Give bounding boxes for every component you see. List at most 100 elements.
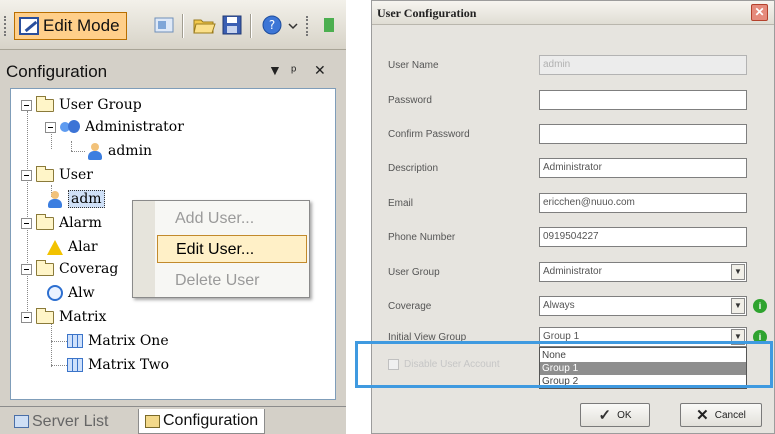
- close-panel-button[interactable]: ✕: [314, 62, 326, 79]
- toolbar-partial-icon: [324, 18, 334, 32]
- svg-text:?: ?: [269, 18, 275, 32]
- toolbar-grip[interactable]: [4, 16, 8, 36]
- tree-node-user-group[interactable]: User Group: [21, 95, 142, 115]
- user-group-select[interactable]: Administrator: [539, 262, 747, 282]
- tree-connector: [51, 341, 67, 342]
- cancel-x-icon: ✕: [696, 407, 709, 424]
- coverage-info-icon[interactable]: i: [753, 299, 767, 313]
- user-icon: [47, 190, 63, 208]
- coverage-dropdown-button[interactable]: ▼: [731, 298, 745, 314]
- pencil-icon: [19, 17, 39, 35]
- tree-node-label: Coverag: [59, 261, 119, 277]
- tree-node-user[interactable]: User: [21, 165, 93, 185]
- phone-number-field[interactable]: 0919504227: [539, 227, 747, 247]
- layout-button[interactable]: [152, 14, 176, 36]
- tree-node-alarm[interactable]: Alarm: [21, 213, 102, 233]
- help-button[interactable]: ?: [260, 14, 284, 36]
- user-group-label: User Group: [388, 267, 440, 278]
- configuration-title: Configuration: [6, 62, 108, 81]
- toolbar-grip[interactable]: [306, 16, 310, 36]
- collapse-icon[interactable]: [21, 311, 32, 323]
- tree-node-matrix[interactable]: Matrix: [21, 307, 106, 327]
- tree-node-alarm-child[interactable]: Alar: [47, 237, 98, 257]
- edit-mode-label: Edit Mode: [43, 16, 120, 35]
- tree-node-label: Administrator: [85, 119, 184, 135]
- menu-item-delete-user[interactable]: Delete User: [157, 267, 307, 295]
- save-button[interactable]: [220, 14, 244, 36]
- tree-node-label: Matrix Two: [88, 357, 170, 373]
- annotation-highlight-box: [355, 341, 773, 388]
- tree-node-label: User Group: [59, 97, 142, 113]
- tree-node-user-admin[interactable]: adm: [47, 189, 105, 209]
- configuration-header: Configuration ▼ ᵖ ✕: [0, 58, 346, 84]
- tree-node-matrix-one[interactable]: Matrix One: [67, 331, 169, 351]
- layout-icon: [154, 17, 174, 33]
- menu-item-add-user[interactable]: Add User...: [157, 205, 307, 233]
- tree-connector: [71, 151, 85, 152]
- schedule-icon: [47, 285, 63, 301]
- save-icon: [222, 15, 242, 35]
- tree-node-label: Alarm: [59, 215, 102, 231]
- email-label: Email: [388, 198, 414, 209]
- toolbar-overflow-button[interactable]: [287, 14, 299, 36]
- description-label: Description: [388, 163, 439, 174]
- pin-icon[interactable]: ᵖ: [291, 62, 296, 78]
- user-group-value: Administrator: [543, 266, 602, 277]
- tree-node-label-selected: adm: [68, 190, 105, 208]
- phone-number-label: Phone Number: [388, 232, 456, 243]
- folder-icon: [36, 213, 54, 230]
- collapse-icon[interactable]: [21, 99, 32, 111]
- menu-item-edit-user[interactable]: Edit User...: [157, 235, 307, 263]
- tree-node-admin[interactable]: admin: [87, 141, 152, 161]
- collapse-icon[interactable]: [45, 121, 56, 133]
- description-field[interactable]: Administrator: [539, 158, 747, 178]
- open-button[interactable]: [192, 14, 216, 36]
- ok-label: OK: [617, 409, 632, 421]
- tree-node-administrator[interactable]: Administrator: [45, 117, 184, 137]
- close-icon[interactable]: ✕: [751, 4, 768, 21]
- tree-node-label: User: [59, 167, 93, 183]
- tree-node-coverage-child[interactable]: Alw: [47, 283, 95, 303]
- tree-node-label: Alar: [68, 239, 98, 255]
- cancel-button[interactable]: ✕ Cancel: [680, 403, 762, 427]
- password-field[interactable]: [539, 90, 747, 110]
- collapse-icon[interactable]: [21, 263, 32, 275]
- tree-node-label: Alw: [68, 285, 95, 301]
- toolbar-next-button[interactable]: [318, 14, 338, 36]
- tab-server-list[interactable]: Server List: [8, 409, 114, 434]
- coverage-label: Coverage: [388, 301, 432, 312]
- edit-mode-button[interactable]: Edit Mode: [14, 12, 127, 40]
- matrix-grid-icon: [67, 334, 83, 348]
- user-name-field[interactable]: admin: [539, 55, 747, 75]
- tab-label: Configuration: [163, 412, 259, 429]
- dialog-title-bar: User Configuration ✕: [372, 1, 774, 25]
- tree-connector: [71, 141, 72, 151]
- user-group-dropdown-button[interactable]: ▼: [731, 264, 745, 280]
- folder-icon: [36, 165, 54, 182]
- dialog-title: User Configuration: [377, 6, 477, 20]
- warning-icon: [47, 239, 63, 255]
- tree-connector: [51, 321, 52, 367]
- folder-icon: [36, 259, 54, 276]
- tree-node-label: Matrix: [59, 309, 107, 325]
- tree-node-label: admin: [108, 143, 153, 159]
- user-name-label: User Name: [388, 60, 439, 71]
- user-icon: [87, 142, 103, 160]
- toolbar-separator: [182, 14, 184, 38]
- collapse-icon[interactable]: [21, 217, 32, 229]
- tab-label: Server List: [32, 412, 109, 430]
- panel-menu-button[interactable]: ▼: [268, 62, 282, 78]
- tree-node-matrix-two[interactable]: Matrix Two: [67, 355, 169, 375]
- bottom-tab-bar: Server List Configuration: [0, 406, 346, 434]
- collapse-icon[interactable]: [21, 169, 32, 181]
- folder-icon: [36, 307, 54, 324]
- coverage-select[interactable]: Always: [539, 296, 747, 316]
- tab-configuration[interactable]: Configuration: [138, 409, 266, 434]
- configuration-pane: Edit Mode ? Configuration ▼ ᵖ ✕ User Gro…: [0, 0, 346, 434]
- email-field[interactable]: ericchen@nuuo.com: [539, 193, 747, 213]
- matrix-grid-icon: [67, 358, 83, 372]
- ok-button[interactable]: ✓ OK: [580, 403, 650, 427]
- password-label: Password: [388, 95, 432, 106]
- tree-node-coverage[interactable]: Coverag: [21, 259, 118, 279]
- confirm-password-field[interactable]: [539, 124, 747, 144]
